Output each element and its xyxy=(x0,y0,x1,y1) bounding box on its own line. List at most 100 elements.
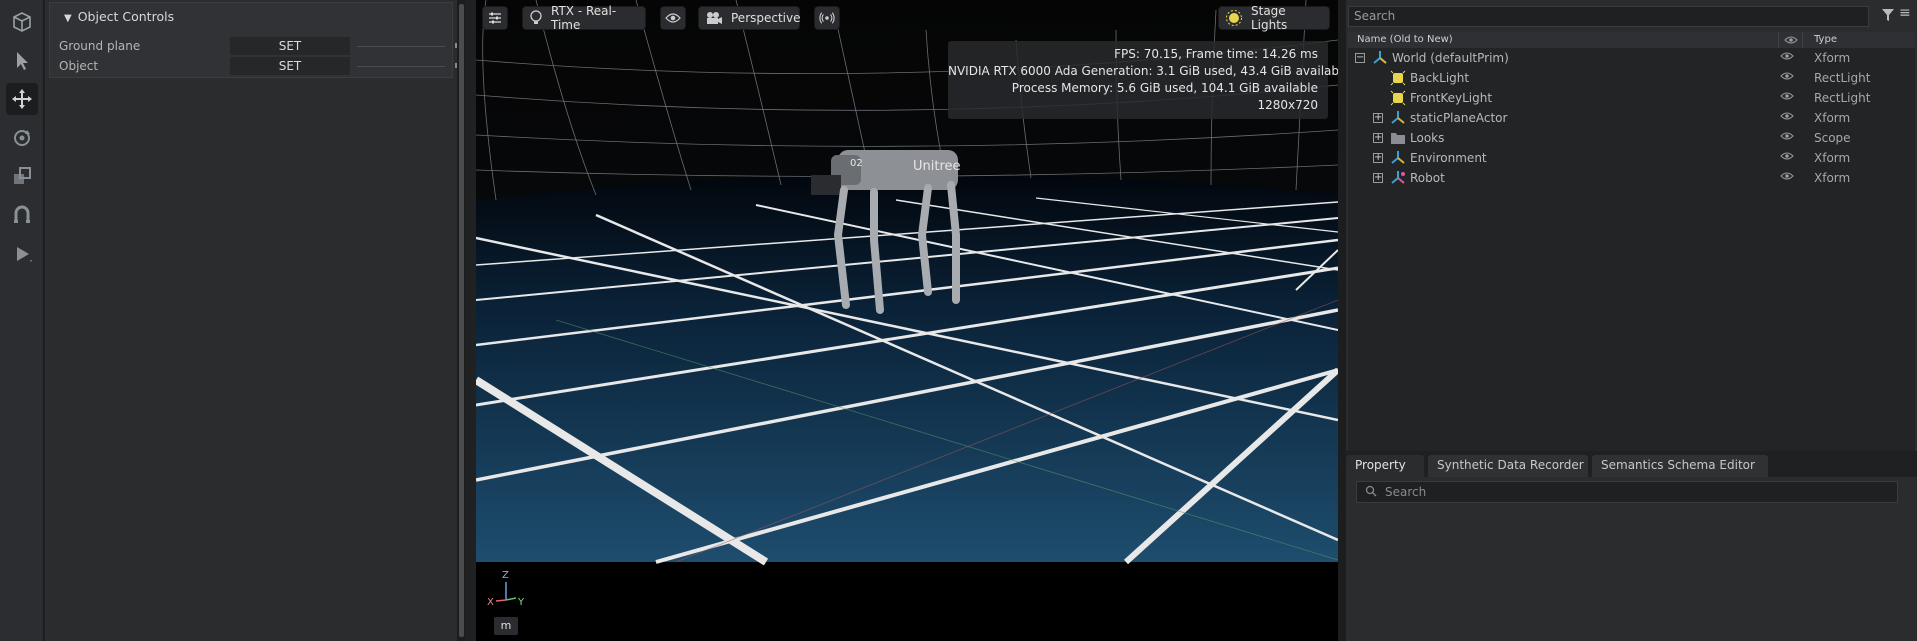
stage-table-header: Name (Old to New) Type xyxy=(1348,32,1915,48)
collapse-icon[interactable]: − xyxy=(1355,53,1365,63)
tab-semantics-schema-editor[interactable]: Semantics Schema Editor xyxy=(1592,455,1768,477)
ground-plane-divider xyxy=(357,46,445,47)
tree-row-staticplaneactor[interactable]: + staticPlaneActor Xform xyxy=(1348,108,1915,128)
broadcast-icon xyxy=(819,12,835,24)
tree-row-frontkeylight[interactable]: FrontKeyLight RectLight xyxy=(1348,88,1915,108)
viewport-settings-button[interactable] xyxy=(482,6,508,30)
ground-plane-set-button[interactable]: SET xyxy=(230,37,350,55)
eye-icon[interactable] xyxy=(1780,151,1794,161)
process-memory-text: Process Memory: 5.6 GiB used, 104.1 GiB … xyxy=(1011,81,1318,95)
tree-row-world[interactable]: − World (defaultPrim) Xform xyxy=(1348,48,1915,68)
visibility-column-eye-icon[interactable] xyxy=(1784,35,1798,45)
gpu-memory-text: NVIDIA RTX 6000 Ada Generation: 3.1 GiB … xyxy=(948,64,1338,78)
camera-icon xyxy=(705,11,723,25)
expand-icon[interactable]: + xyxy=(1373,173,1383,183)
select-all-icon[interactable] xyxy=(6,6,38,38)
eye-icon[interactable] xyxy=(1780,111,1794,121)
eye-icon[interactable] xyxy=(1780,171,1794,181)
scale-icon[interactable] xyxy=(6,160,38,192)
search-icon xyxy=(1365,485,1377,497)
units-button[interactable]: m xyxy=(494,617,518,635)
tree-item-label: BackLight xyxy=(1410,71,1470,85)
tree-item-type: Xform xyxy=(1814,51,1851,65)
property-panel: Property Synthetic Data Recorder Semanti… xyxy=(1346,451,1917,641)
renderer-label: RTX - Real-Time xyxy=(551,4,617,32)
menu-lines-icon[interactable]: ≡ xyxy=(1899,5,1911,21)
stage-tree: − World (defaultPrim) Xform BackLight Re… xyxy=(1348,48,1915,451)
tree-item-type: Xform xyxy=(1814,151,1851,165)
column-name-header[interactable]: Name (Old to New) xyxy=(1357,34,1453,45)
tree-row-backlight[interactable]: BackLight RectLight xyxy=(1348,68,1915,88)
property-search-placeholder: Search xyxy=(1385,485,1427,499)
expand-icon[interactable]: + xyxy=(1373,153,1383,163)
snap-icon[interactable] xyxy=(6,199,38,231)
collapse-triangle-icon[interactable]: ▼ xyxy=(64,13,72,24)
tree-item-label: World (defaultPrim) xyxy=(1392,51,1509,65)
robot-icon xyxy=(1391,171,1405,184)
select-icon[interactable] xyxy=(6,45,38,77)
filter-icon[interactable] xyxy=(1881,8,1895,22)
viewport[interactable]: 02 Unitree Z X Y RTX - Real-Time Perspec… xyxy=(476,0,1338,641)
object-controls-header[interactable]: ▼ Object Controls xyxy=(64,9,174,24)
lightbulb-icon xyxy=(529,10,543,26)
visibility-button[interactable] xyxy=(660,6,686,30)
camera-label: Perspective xyxy=(731,11,801,25)
object-set-button[interactable]: SET xyxy=(230,57,350,75)
performance-stats-overlay: FPS: 70.15, Frame time: 14.26 ms NVIDIA … xyxy=(948,41,1338,119)
eye-icon[interactable] xyxy=(1780,91,1794,101)
tab-property[interactable]: Property xyxy=(1346,455,1424,477)
stage-search-input[interactable]: Search xyxy=(1348,6,1869,27)
tree-item-label: Robot xyxy=(1410,171,1445,185)
folder-icon xyxy=(1391,133,1405,144)
viewport-stage-splitter[interactable] xyxy=(1338,0,1346,641)
tree-item-label: FrontKeyLight xyxy=(1410,91,1493,105)
robot-number: 02 xyxy=(850,158,863,169)
tree-row-robot[interactable]: + Robot Xform xyxy=(1348,168,1915,188)
tree-item-label: Environment xyxy=(1410,151,1487,165)
eye-icon[interactable] xyxy=(1780,51,1794,61)
object-controls-title: Object Controls xyxy=(77,9,175,24)
stage-lights-button[interactable]: Stage Lights xyxy=(1218,4,1330,32)
column-type-header[interactable]: Type xyxy=(1814,34,1837,45)
ground-plane-label: Ground plane xyxy=(59,39,141,53)
light-icon xyxy=(1390,70,1406,86)
settings-sliders-icon xyxy=(489,12,501,24)
stage-panel: Search ≡ Name (Old to New) Type − World … xyxy=(1346,0,1917,451)
tree-item-type: RectLight xyxy=(1814,91,1871,105)
eye-icon xyxy=(665,13,681,23)
expand-icon[interactable]: + xyxy=(1373,133,1383,143)
move-icon[interactable] xyxy=(6,83,38,115)
panel-splitter[interactable] xyxy=(457,0,465,641)
tree-row-looks[interactable]: + Looks Scope xyxy=(1348,128,1915,148)
object-divider xyxy=(357,66,445,67)
stage-lights-label: Stage Lights xyxy=(1251,4,1288,32)
tree-row-environment[interactable]: + Environment Xform xyxy=(1348,148,1915,168)
left-toolbar xyxy=(0,0,44,641)
eye-icon[interactable] xyxy=(1780,131,1794,141)
rotate-icon[interactable] xyxy=(6,122,38,154)
object-label: Object xyxy=(59,59,99,73)
play-icon[interactable] xyxy=(6,238,38,270)
eye-icon[interactable] xyxy=(1780,71,1794,81)
axis-x-label: X xyxy=(487,597,494,608)
tree-item-type: Xform xyxy=(1814,171,1851,185)
tree-item-type: RectLight xyxy=(1814,71,1871,85)
splitter-grip[interactable] xyxy=(459,4,464,637)
axis-z-label: Z xyxy=(502,570,509,581)
expand-icon[interactable]: + xyxy=(1373,113,1383,123)
camera-button[interactable]: Perspective xyxy=(698,6,801,30)
light-icon xyxy=(1390,90,1406,106)
fps-text: FPS: 70.15, Frame time: 14.26 ms xyxy=(1114,47,1318,61)
object-controls-panel: ▼ Object Controls Ground plane SET Object… xyxy=(45,0,460,641)
tree-item-type: Xform xyxy=(1814,111,1851,125)
xform-icon xyxy=(1391,111,1405,124)
broadcast-button[interactable] xyxy=(814,6,840,30)
tree-item-label: staticPlaneActor xyxy=(1410,111,1508,125)
object-row: Object SET xyxy=(59,57,460,75)
xform-icon xyxy=(1391,151,1405,164)
tab-synthetic-data-recorder[interactable]: Synthetic Data Recorder xyxy=(1428,455,1588,477)
renderer-button[interactable]: RTX - Real-Time xyxy=(522,4,646,32)
axis-y-label: Y xyxy=(517,597,525,608)
tree-item-label: Looks xyxy=(1410,131,1445,145)
property-search-input[interactable]: Search xyxy=(1356,481,1898,503)
